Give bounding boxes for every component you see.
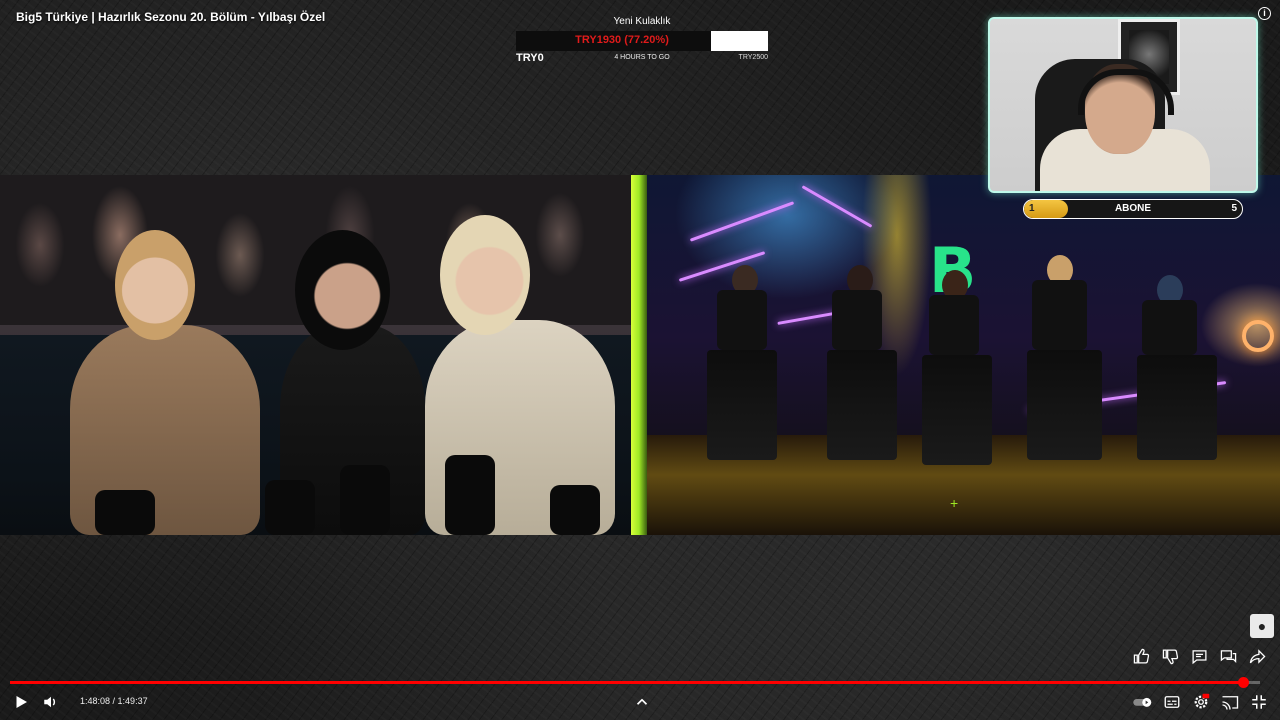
subscriber-goal-bar: 1 ABONE 5 (1023, 199, 1243, 219)
person-1-head (115, 230, 195, 340)
ring-light (1242, 320, 1274, 352)
channel-watermark-icon[interactable]: ● (1250, 614, 1274, 638)
video-player[interactable]: Big5 Türkiye | Hazırlık Sezonu 20. Bölüm… (0, 0, 1280, 720)
goal-current-amount: TRY1930 (77.20%) (575, 34, 669, 46)
thumbs-down-icon[interactable] (1162, 648, 1179, 665)
person-2-head (295, 230, 390, 350)
goal-target-label: TRY2500 (738, 54, 768, 61)
person-3-head (440, 215, 530, 335)
donation-goal-widget: Yeni Kulaklık TRY1930 (77.20%) TRY0 4 HO… (516, 16, 768, 66)
subscriber-goal-end: 5 (1231, 203, 1237, 214)
info-icon[interactable]: i (1258, 7, 1271, 20)
boots (340, 465, 390, 535)
autoplay-toggle-icon[interactable] (1131, 693, 1155, 711)
goal-time-left: 4 HOURS TO GO (614, 54, 670, 61)
time-separator: / (110, 696, 118, 706)
left-video-scene (0, 175, 631, 535)
neon-light (801, 185, 873, 228)
volume-icon[interactable] (42, 693, 60, 711)
play-icon[interactable] (12, 693, 30, 711)
seek-bar-handle[interactable] (1238, 677, 1250, 688)
duration: 1:49:37 (117, 696, 148, 706)
boots (265, 480, 315, 535)
time-display: 1:48:08 / 1:49:37 (80, 696, 148, 706)
current-time: 1:48:08 (80, 696, 111, 706)
right-video-scene: B (647, 175, 1280, 535)
goal-title: Yeni Kulaklık (613, 16, 671, 27)
subscriber-goal-label: ABONE (1114, 203, 1152, 214)
subtitles-icon[interactable] (1163, 693, 1181, 711)
cast-icon[interactable] (1221, 693, 1239, 711)
comment-icon[interactable] (1191, 648, 1208, 665)
boots (95, 490, 155, 535)
seek-bar[interactable] (10, 677, 1260, 688)
split-divider (631, 175, 647, 535)
neon-light (689, 201, 795, 242)
exit-fullscreen-icon[interactable] (1250, 693, 1268, 711)
boots (550, 485, 600, 535)
settings-gear-icon[interactable] (1192, 693, 1210, 711)
action-buttons (1133, 648, 1266, 665)
boots (445, 455, 495, 535)
crosshair-icon: + (950, 495, 959, 511)
goal-progress-bar: TRY1930 (77.20%) (516, 31, 768, 51)
streamer-webcam (988, 17, 1258, 193)
player-controls: 1:48:08 / 1:49:37 (0, 690, 1280, 714)
seek-bar-played (10, 681, 1244, 684)
thumbs-up-icon[interactable] (1133, 648, 1150, 665)
video-title[interactable]: Big5 Türkiye | Hazırlık Sezonu 20. Bölüm… (16, 10, 325, 24)
chevron-up-icon[interactable] (633, 693, 651, 711)
chat-icon[interactable] (1220, 648, 1237, 665)
share-icon[interactable] (1249, 648, 1266, 665)
